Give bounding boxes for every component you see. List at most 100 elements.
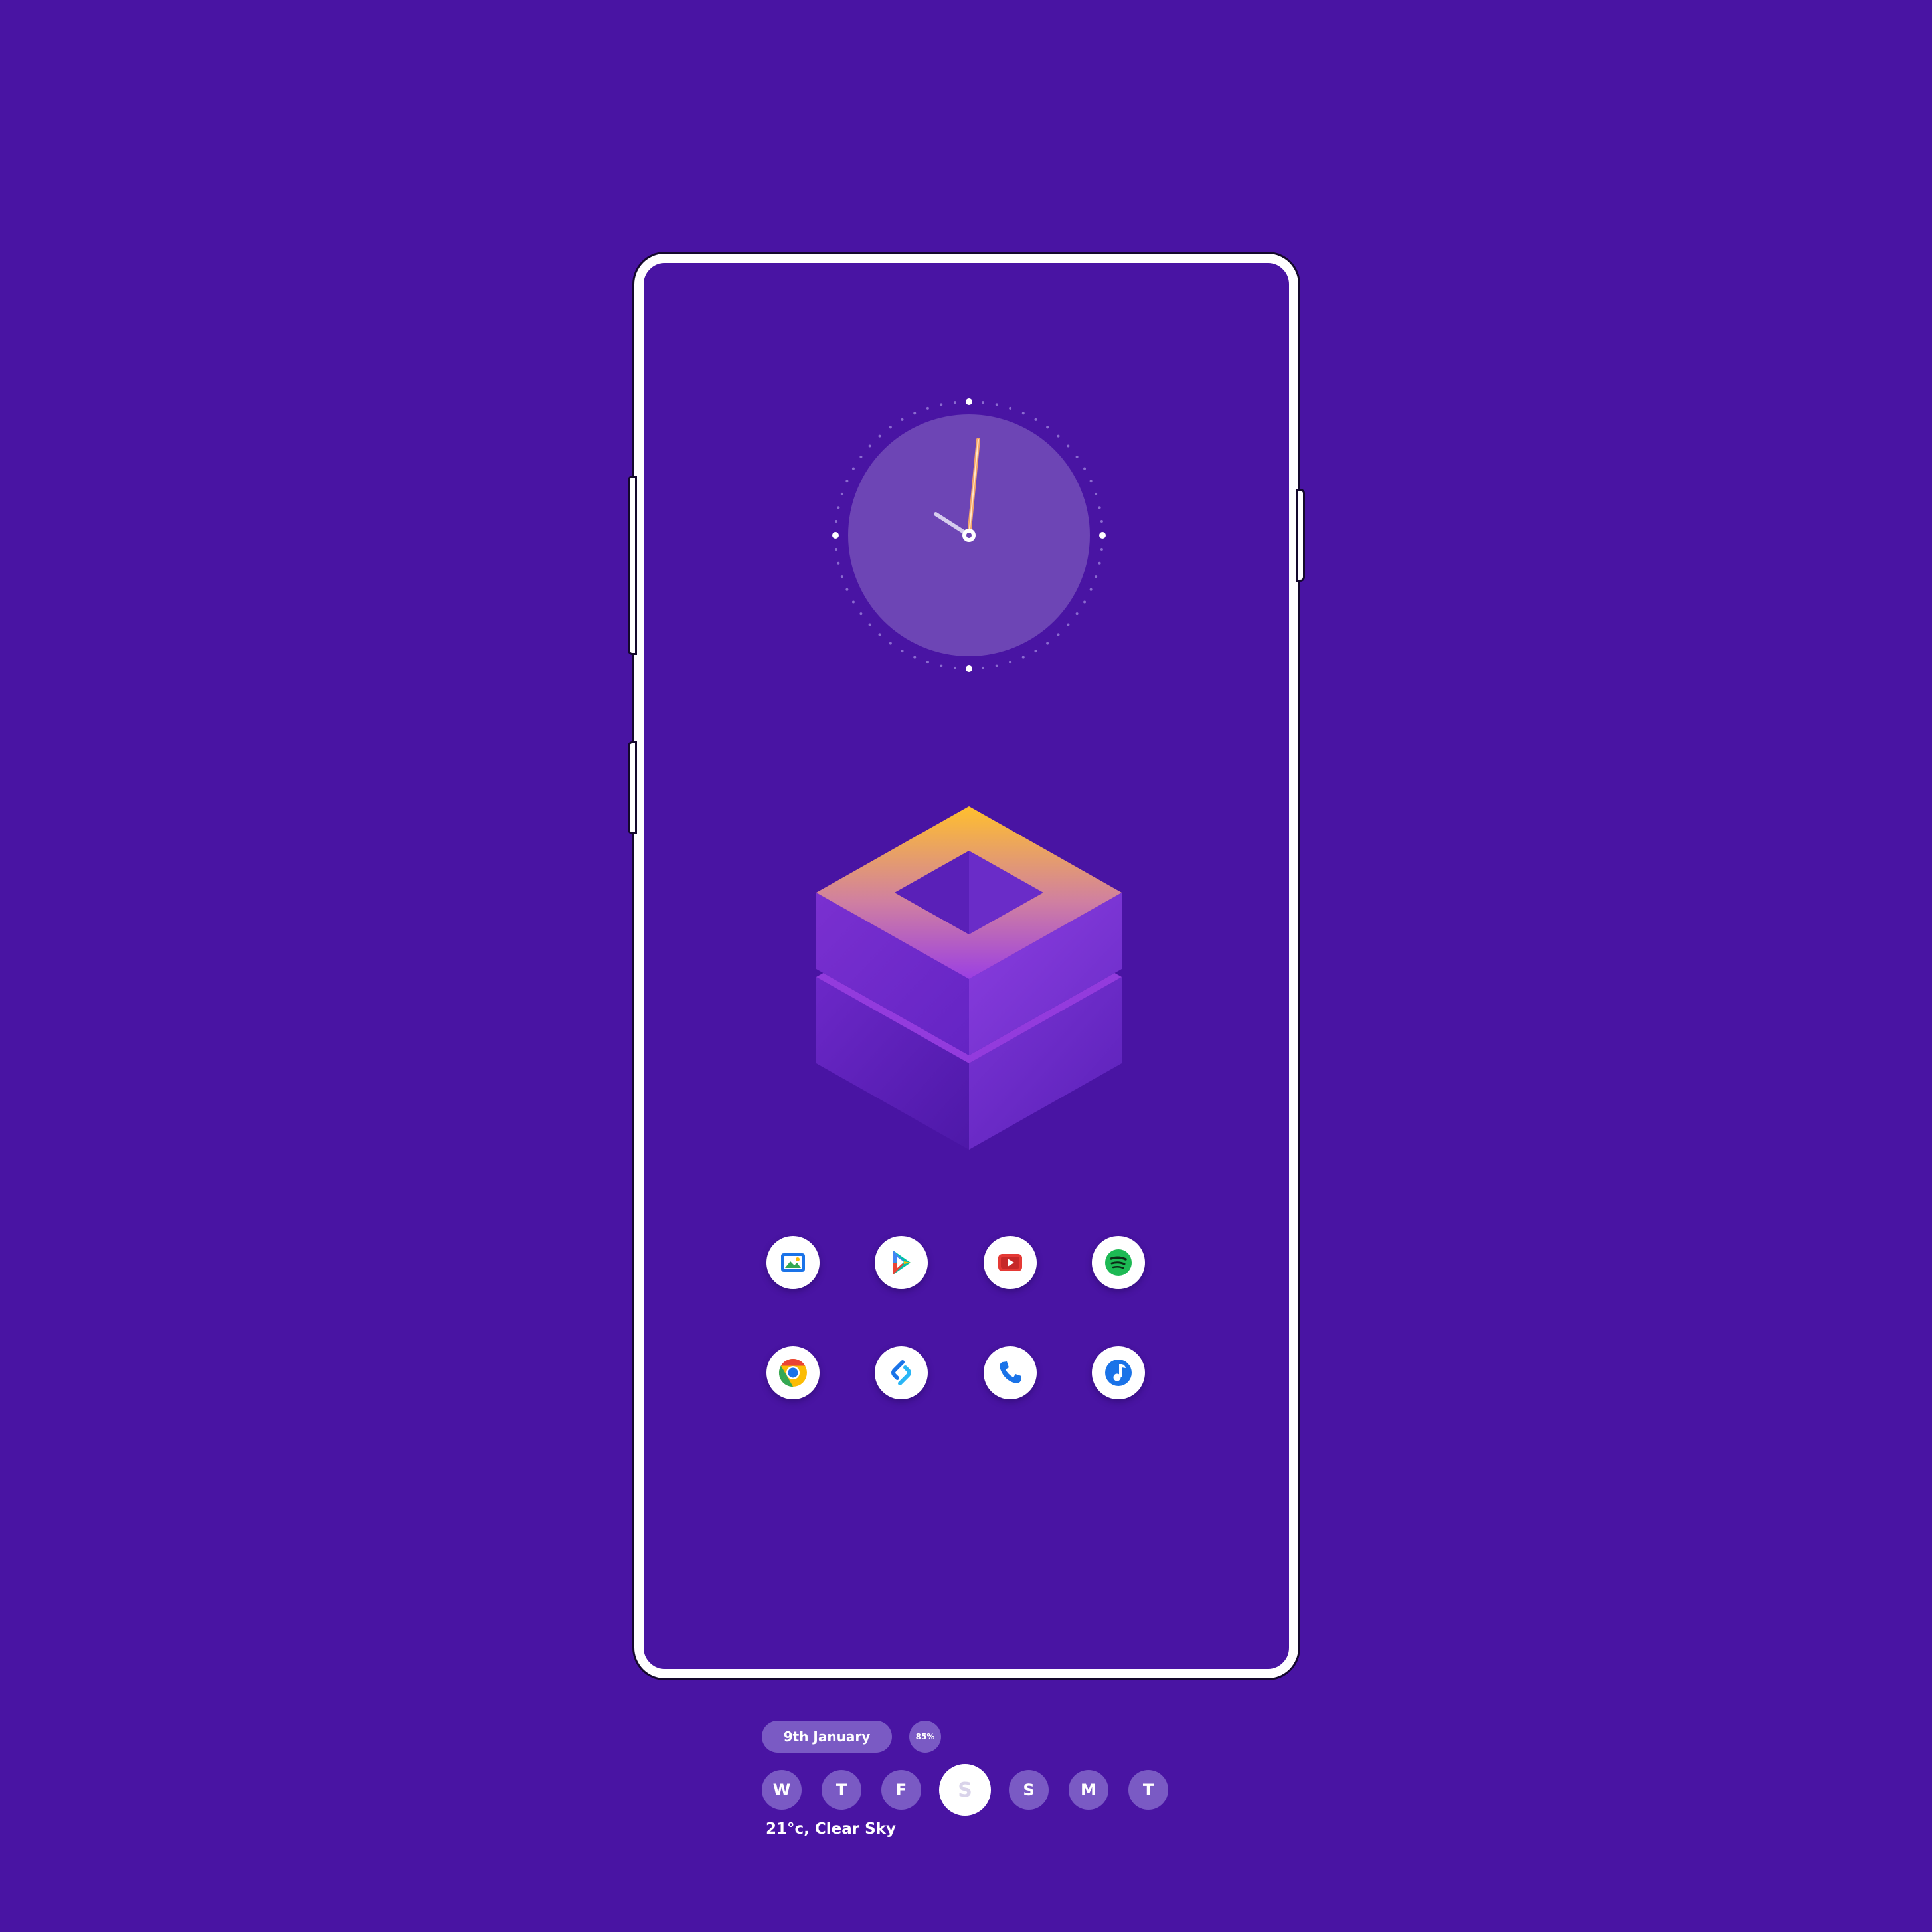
- clock-minor-tick: [859, 455, 863, 458]
- clock-face-graphic: [832, 398, 1106, 672]
- widget-header: 9th January 85%: [762, 1721, 1187, 1753]
- clock-minor-tick: [859, 612, 863, 616]
- shazam-app-button[interactable]: [875, 1346, 928, 1399]
- phone-icon: [999, 1361, 1021, 1383]
- date-pill[interactable]: 9th January: [762, 1721, 892, 1753]
- app-row: [766, 1236, 1145, 1289]
- clock-minor-tick: [1067, 623, 1070, 626]
- battery-indicator: 85%: [909, 1721, 941, 1753]
- phone-frame: 9th January 85% W T F S S M T 21°c, Clea…: [628, 254, 1305, 1838]
- clock-minor-tick: [995, 403, 998, 406]
- clock-minor-tick: [889, 426, 892, 429]
- clock-minor-tick: [982, 666, 985, 669]
- clock-minor-tick: [1095, 492, 1098, 495]
- phone-app-button[interactable]: [983, 1346, 1037, 1399]
- clock-minor-tick: [1095, 575, 1098, 578]
- clock-major-tick: [966, 398, 972, 405]
- weather-text: 21°c, Clear Sky: [766, 1820, 896, 1838]
- clock-minor-tick: [901, 418, 904, 421]
- clock-minor-tick: [953, 666, 956, 669]
- clock-major-tick: [966, 665, 972, 672]
- clock-minor-tick: [1083, 600, 1087, 604]
- clock-minor-tick: [1046, 642, 1049, 645]
- clock-minor-tick: [851, 467, 855, 470]
- clock-minor-tick: [926, 661, 929, 664]
- weekday-strip: W T F S S M T: [762, 1762, 1187, 1818]
- app-grid: [766, 1236, 1172, 1399]
- day-chip[interactable]: M: [1069, 1770, 1108, 1810]
- volume-button[interactable]: [628, 476, 637, 655]
- clock-minor-tick: [1098, 561, 1101, 565]
- clock-minor-tick: [1067, 444, 1070, 448]
- clock-minor-tick: [1021, 656, 1025, 659]
- clock-minor-tick: [940, 664, 943, 667]
- clock-minor-tick: [1100, 519, 1103, 523]
- clock-minor-tick: [1100, 548, 1103, 551]
- spotify-app-button[interactable]: [1091, 1236, 1145, 1289]
- clock-minor-tick: [835, 548, 838, 551]
- clock-minor-tick: [926, 406, 929, 410]
- clock-minor-tick: [878, 633, 881, 636]
- clock-minor-tick: [840, 575, 843, 578]
- gallery-icon: [781, 1253, 805, 1272]
- clock-minor-tick: [1098, 506, 1101, 509]
- music-icon: [1104, 1360, 1132, 1386]
- clock-minor-tick: [1083, 467, 1087, 470]
- clock-minor-tick: [1057, 434, 1060, 438]
- clock-minor-tick: [995, 664, 998, 667]
- day-chip-today[interactable]: S: [939, 1764, 991, 1816]
- clock-minor-tick: [868, 623, 871, 626]
- clock-minor-tick: [840, 492, 843, 495]
- clock-minor-tick: [1046, 426, 1049, 429]
- clock-minor-tick: [1089, 588, 1093, 591]
- clock-minor-tick: [837, 506, 840, 509]
- power-button[interactable]: [1296, 489, 1305, 582]
- clock-minor-tick: [940, 403, 943, 406]
- clock-minor-tick: [878, 434, 881, 438]
- clock-minor-tick: [1009, 406, 1012, 410]
- clock-minor-tick: [901, 650, 904, 653]
- music-app-button[interactable]: [1091, 1346, 1145, 1399]
- chrome-icon: [778, 1359, 807, 1387]
- clock-minor-tick: [835, 519, 838, 523]
- chrome-app-button[interactable]: [766, 1346, 820, 1399]
- app-row: [766, 1346, 1145, 1399]
- day-chip[interactable]: T: [1128, 1770, 1168, 1810]
- clock-minor-tick: [837, 561, 840, 565]
- play-store-icon: [893, 1251, 911, 1274]
- clock-minor-tick: [1021, 412, 1025, 415]
- clock-minor-tick: [1034, 650, 1037, 653]
- clock-major-tick: [832, 532, 839, 539]
- clock-minor-tick: [845, 480, 849, 483]
- clock-center-dot: [966, 533, 972, 538]
- clock-minor-tick: [845, 588, 849, 591]
- day-chip[interactable]: S: [1009, 1770, 1049, 1810]
- clock-major-tick: [1099, 532, 1106, 539]
- day-chip[interactable]: T: [822, 1770, 861, 1810]
- clock-minor-tick: [913, 656, 917, 659]
- clock-minor-tick: [913, 412, 917, 415]
- clock-minor-tick: [1009, 661, 1012, 664]
- clock-minor-tick: [1089, 480, 1093, 483]
- clock-minor-tick: [982, 401, 985, 404]
- clock-minor-tick: [868, 444, 871, 448]
- youtube-icon: [998, 1254, 1022, 1271]
- analog-clock[interactable]: [830, 396, 1108, 675]
- spotify-icon: [1104, 1249, 1132, 1276]
- play-store-app-button[interactable]: [875, 1236, 928, 1289]
- youtube-app-button[interactable]: [983, 1236, 1037, 1289]
- clock-minor-tick: [1075, 455, 1079, 458]
- day-chip[interactable]: F: [881, 1770, 921, 1810]
- shazam-icon: [891, 1360, 912, 1385]
- bixby-button[interactable]: [628, 741, 637, 834]
- gallery-app-button[interactable]: [766, 1236, 820, 1289]
- clock-minor-tick: [1034, 418, 1037, 421]
- clock-minor-tick: [953, 401, 956, 404]
- info-widget[interactable]: 9th January 85% W T F S S M T 21°c, Clea…: [762, 1721, 1187, 1838]
- clock-minor-tick: [889, 642, 892, 645]
- day-chip[interactable]: W: [762, 1770, 802, 1810]
- clock-minor-tick: [851, 600, 855, 604]
- clock-minor-tick: [1075, 612, 1079, 616]
- clock-minor-tick: [1057, 633, 1060, 636]
- isometric-stack-graphic: [816, 804, 1122, 1150]
